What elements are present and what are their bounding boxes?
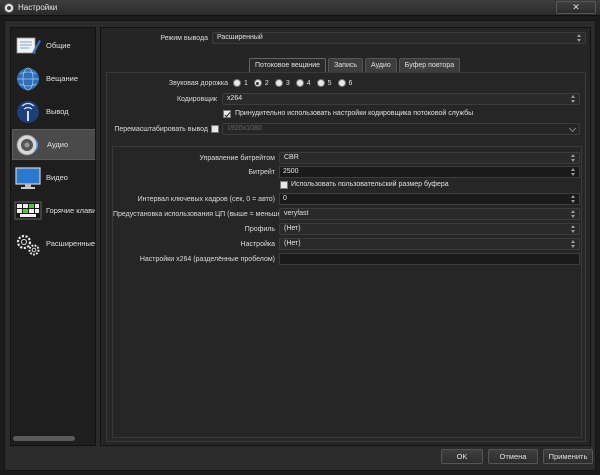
x264-options-label: Настройки x264 (разделённые пробелом) — [139, 256, 275, 263]
broadcast-icon — [14, 66, 42, 92]
sidebar-item-video[interactable]: Видео — [12, 162, 95, 193]
combo-arrows-icon — [570, 95, 576, 104]
sidebar-item-hotkeys[interactable]: Горячие клави — [12, 195, 96, 226]
gears-icon — [14, 231, 42, 257]
custom-buffer-checkbox[interactable] — [280, 181, 288, 189]
keyframe-interval-spinbox[interactable]: 0 — [279, 193, 580, 205]
settings-sidebar: Общие Вещание Вывод Аудио Видео Горячие … — [10, 27, 96, 446]
obs-app-icon — [4, 3, 14, 13]
combo-arrows-icon — [570, 225, 576, 234]
audio-track-label: Звуковая дорожка — [168, 80, 228, 87]
track-radio-label: 4 — [306, 79, 311, 87]
rescale-output-label: Перемасштабировать вывод — [114, 126, 208, 133]
sidebar-item-general[interactable]: Общие — [12, 30, 95, 61]
cancel-button[interactable]: Отмена — [488, 449, 538, 464]
keyframe-interval-label: Интервал ключевых кадров (сек, 0 = авто) — [137, 196, 275, 203]
combo-arrows-icon — [570, 210, 576, 219]
sidebar-item-label: Вещание — [46, 74, 79, 83]
tune-label: Настройка — [240, 241, 275, 248]
custom-buffer-label: Использовать пользовательский размер буф… — [291, 181, 449, 188]
track-radio-3[interactable] — [274, 79, 283, 87]
tune-select[interactable]: (Нет) — [279, 238, 580, 250]
rate-control-label: Управление битрейтом — [199, 155, 275, 162]
profile-label: Профиль — [244, 226, 275, 233]
track-radio-label: 6 — [348, 79, 353, 87]
tune-value: (Нет) — [284, 240, 301, 247]
rate-control-select[interactable]: CBR — [279, 152, 580, 164]
bitrate-label: Битрейт — [248, 169, 275, 176]
chevron-down-icon — [568, 124, 577, 133]
sidebar-item-label: Общие — [46, 41, 71, 50]
rescale-resolution-value: 1920x1080 — [227, 125, 262, 132]
ok-button[interactable]: OK — [441, 449, 483, 464]
sidebar-item-audio[interactable]: Аудио — [12, 129, 95, 160]
settings-window: Общие Вещание Вывод Аудио Видео Горячие … — [4, 20, 596, 471]
track-radio-label: 5 — [327, 79, 332, 87]
output-mode-label: Режим вывода — [160, 35, 208, 42]
rescale-resolution-select[interactable]: 1920x1080 — [222, 123, 580, 135]
enforce-service-settings-checkbox[interactable] — [223, 110, 231, 118]
encoder-select[interactable]: x264 — [222, 93, 580, 105]
sidebar-item-output[interactable]: Вывод — [12, 96, 95, 127]
bitrate-value: 2500 — [283, 168, 299, 175]
encoder-settings-group: Управление битрейтом CBR Битрейт 2500 Ис… — [112, 146, 582, 438]
window-title: Настройки — [18, 3, 58, 12]
track-radio-2[interactable] — [253, 79, 262, 87]
cpu-preset-value: veryfast — [284, 210, 309, 217]
track-radio-label: 1 — [244, 79, 248, 87]
sidebar-item-label: Видео — [46, 173, 68, 182]
sidebar-item-label: Аудио — [47, 140, 69, 149]
audio-icon — [15, 132, 43, 158]
output-tabs: Потоковое вещание Запись Аудио Буфер пов… — [249, 58, 461, 72]
tab-replay-buffer[interactable]: Буфер повтора — [398, 58, 461, 72]
combo-arrows-icon — [570, 154, 576, 163]
apply-button[interactable]: Применить — [543, 449, 593, 464]
track-radio-label: 2 — [264, 79, 269, 87]
sidebar-horizontal-scrollbar[interactable] — [13, 436, 75, 441]
encoder-label: Кодировщик — [176, 96, 217, 103]
encoder-value: x264 — [227, 95, 243, 102]
x264-options-input[interactable] — [279, 253, 580, 265]
enforce-service-settings-label: Принудительно использовать настройки код… — [235, 110, 474, 117]
streaming-tab-pane: Звуковая дорожка 1 2 3 4 5 6 Кодировщик … — [106, 72, 586, 442]
track-radio-label: 3 — [285, 79, 290, 87]
close-button[interactable]: ✕ — [556, 1, 596, 14]
sidebar-item-label: Расширенные — [46, 239, 96, 248]
title-bar: Настройки ✕ — [0, 0, 600, 16]
sidebar-item-label: Горячие клави — [46, 206, 96, 215]
general-icon — [14, 33, 42, 59]
combo-arrows-icon — [576, 34, 582, 43]
track-radio-5[interactable] — [316, 79, 325, 87]
output-mode-value: Расширенный — [217, 34, 263, 41]
profile-value: (Нет) — [284, 225, 301, 232]
sidebar-item-broadcast[interactable]: Вещание — [12, 63, 95, 94]
keyframe-interval-value: 0 — [283, 195, 287, 202]
combo-arrows-icon — [570, 240, 576, 249]
output-icon — [14, 99, 42, 125]
sidebar-item-label: Вывод — [46, 107, 69, 116]
spinbox-arrows-icon — [570, 195, 576, 204]
track-radio-4[interactable] — [295, 79, 304, 87]
video-monitor-icon — [14, 165, 42, 191]
output-mode-select[interactable]: Расширенный — [212, 32, 586, 44]
tab-audio[interactable]: Аудио — [365, 58, 397, 72]
track-radio-1[interactable] — [233, 79, 241, 87]
spinbox-arrows-icon — [570, 168, 576, 177]
output-settings-panel: Режим вывода Расширенный Потоковое вещан… — [100, 27, 591, 446]
profile-select[interactable]: (Нет) — [279, 223, 580, 235]
rate-control-value: CBR — [284, 154, 299, 161]
track-radio-6[interactable] — [337, 79, 346, 87]
bitrate-spinbox[interactable]: 2500 — [279, 166, 580, 178]
sidebar-item-advanced[interactable]: Расширенные — [12, 228, 96, 259]
rescale-output-checkbox[interactable] — [211, 125, 219, 133]
cpu-preset-select[interactable]: veryfast — [279, 208, 580, 220]
cpu-preset-label: Предустановка использования ЦП (выше = м… — [113, 211, 284, 218]
tab-streaming[interactable]: Потоковое вещание — [249, 58, 327, 72]
tab-recording[interactable]: Запись — [328, 58, 364, 72]
audio-track-radio-group: 1 2 3 4 5 6 — [233, 79, 358, 87]
keyboard-icon — [14, 198, 42, 224]
